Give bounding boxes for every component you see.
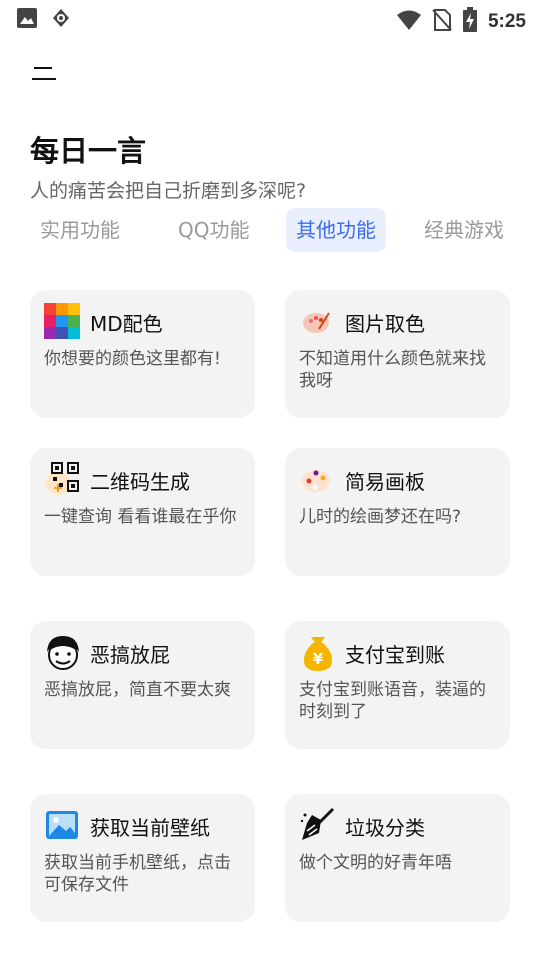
card-title: 垃圾分类 [345, 816, 425, 840]
tab-bar: 实用功能 QQ功能 其他功能 经典游戏 [0, 208, 540, 252]
meme-face-icon [44, 634, 80, 670]
card-image-color-pick[interactable]: 图片取色 不知道用什么颜色就来找我呀 [285, 290, 510, 418]
no-sim-icon [432, 8, 452, 36]
battery-charging-icon [462, 7, 478, 37]
card-title: 图片取色 [345, 312, 425, 336]
card-alipay-arrival[interactable]: ¥ 支付宝到账 支付宝到账语音，装逼的时刻到了 [285, 621, 510, 749]
card-desc: 一键查询 看看谁最在乎你 [44, 507, 237, 527]
color-palette-grid-icon [44, 303, 80, 339]
card-get-wallpaper[interactable]: 获取当前壁纸 获取当前手机壁纸，点击可保存文件 [30, 794, 255, 922]
card-prank-fart[interactable]: 恶搞放屁 恶搞放屁，简直不要太爽 [30, 621, 255, 749]
status-right: 5:25 [396, 7, 526, 37]
page-title: 每日一言 [30, 134, 147, 168]
card-desc: 儿时的绘画梦还在吗? [299, 507, 462, 527]
card-title: 二维码生成 [90, 470, 190, 494]
tab-utility[interactable]: 实用功能 [30, 208, 130, 252]
card-desc: 恶搞放屁，简直不要太爽 [44, 680, 231, 700]
card-title: 支付宝到账 [345, 643, 445, 667]
status-time: 5:25 [487, 11, 526, 32]
money-bag-icon: ¥ [299, 634, 335, 671]
svg-text:¥: ¥ [313, 650, 324, 668]
card-drawing-board[interactable]: 简易画板 儿时的绘画梦还在吗? [285, 448, 510, 576]
card-desc: 你想要的颜色这里都有! [44, 349, 221, 369]
wifi-icon [396, 9, 422, 35]
card-md-color[interactable]: MD配色 你想要的颜色这里都有! [30, 290, 255, 418]
wallpaper-image-icon [44, 807, 80, 843]
card-desc: 获取当前手机壁纸，点击可保存文件 [44, 853, 231, 895]
card-desc: 不知道用什么颜色就来找我呀 [299, 349, 486, 391]
card-title: 获取当前壁纸 [90, 816, 210, 840]
card-desc: 做个文明的好青年唔 [299, 853, 452, 873]
page-subtitle: 人的痛苦会把自己折磨到多深呢? [30, 180, 307, 202]
menu-icon[interactable] [32, 66, 58, 82]
paint-palette-icon [299, 303, 335, 339]
card-title: 恶搞放屁 [90, 643, 170, 667]
status-bar: 5:25 [0, 0, 540, 36]
tab-qq[interactable]: QQ功能 [168, 208, 259, 252]
qr-code-icon [44, 461, 80, 497]
card-title: 简易画板 [345, 470, 425, 494]
tab-other[interactable]: 其他功能 [286, 208, 386, 252]
tab-classic-games[interactable]: 经典游戏 [414, 208, 514, 252]
status-left [16, 7, 72, 33]
card-title: MD配色 [90, 312, 163, 336]
drawing-board-icon [299, 461, 335, 497]
gallery-icon [16, 7, 38, 33]
card-garbage-sort[interactable]: 垃圾分类 做个文明的好青年唔 [285, 794, 510, 922]
card-qr-generate[interactable]: 二维码生成 一键查询 看看谁最在乎你 [30, 448, 255, 576]
broom-icon [299, 807, 335, 843]
card-desc: 支付宝到账语音，装逼的时刻到了 [299, 680, 486, 722]
target-icon [50, 7, 72, 33]
